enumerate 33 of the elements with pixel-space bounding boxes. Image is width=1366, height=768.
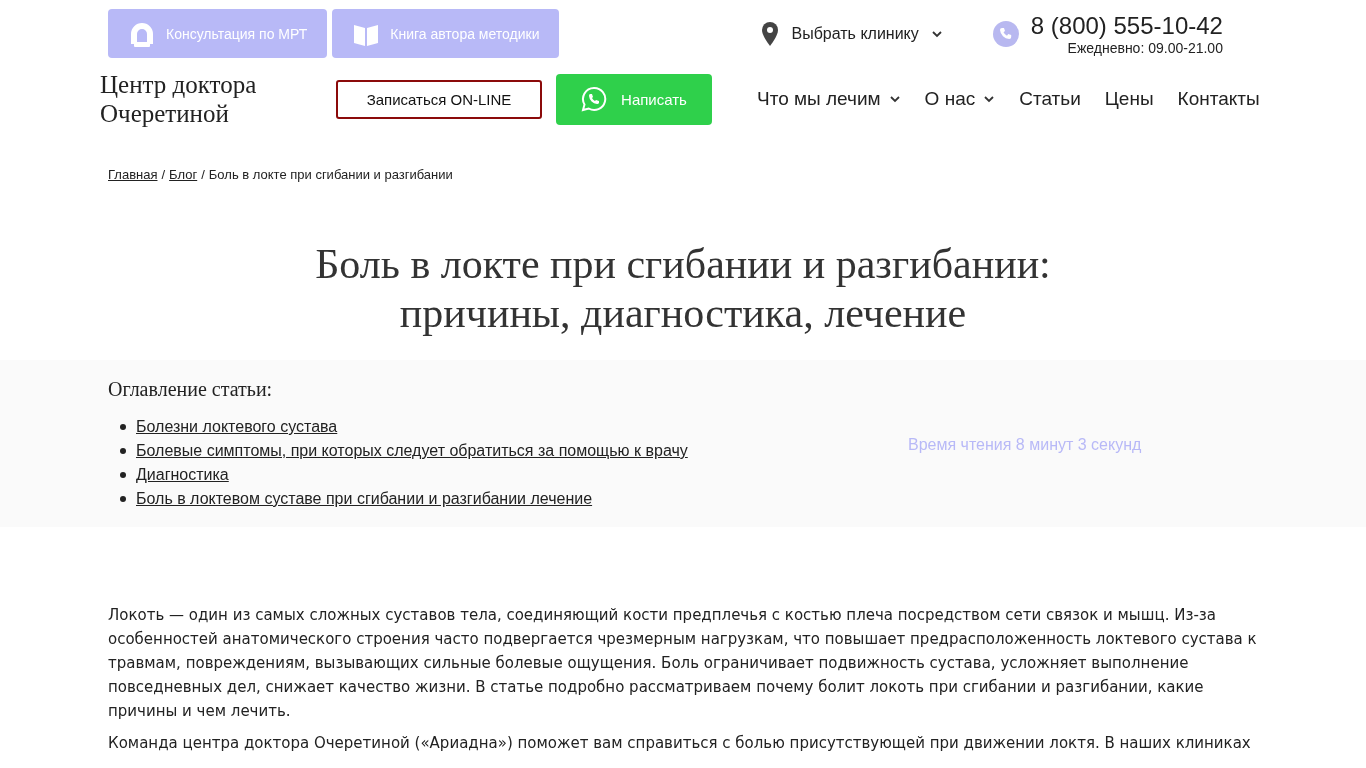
breadcrumb-current: Боль в локте при сгибании и разгибании <box>208 167 453 182</box>
toc-link[interactable]: Боль в локтевом суставе при сгибании и разгибании лечение <box>136 490 593 508</box>
bullet-icon <box>120 424 126 430</box>
bullet-icon <box>120 472 126 478</box>
page-title: Боль в локте при сгибании и разгибании: причины, диагностика, лечение <box>314 240 1052 338</box>
nav-link[interactable]: О нас <box>924 88 996 110</box>
breadcrumb-separator: / <box>161 167 166 182</box>
bullet-icon <box>120 496 126 502</box>
breadcrumb-separator: / <box>201 167 205 182</box>
nav-link[interactable]: Статьи <box>1019 88 1081 110</box>
toc-link[interactable]: Болезни локтевого сустава <box>136 418 338 436</box>
toc-heading: Оглавление статьи: <box>108 378 274 401</box>
article-paragraph: Команда центра доктора Очеретиной («Ариадна») поможет вам справиться с болью присутствующей при движении локтя. В наших клиниках <box>108 733 1252 754</box>
signup-online-button[interactable]: Записаться ON-LINE <box>336 79 542 119</box>
whatsapp-icon <box>581 86 608 112</box>
bullet-icon <box>120 448 126 454</box>
chevron-down-icon <box>888 93 901 105</box>
toc-link[interactable]: Диагностика <box>136 466 229 484</box>
location-pin-icon <box>761 20 780 47</box>
nav-link[interactable]: Что мы лечим <box>757 88 901 110</box>
article-paragraph: Локоть — один из самых сложных суставов тела, соединяющий кости предплечья с костью плеча посредством сети связок и мышц. Из-за особенностей анатомического строения часто подвергается чрезмерным нагрузкам, что повышает предрасположенность локтевого сустава к травмам, повреждениям, вызывающих сильные болевые ощущения. Боль ограничивает подвижность сустава, усложняет выполнение повседневных дел, снижает качество жизни. В статье подробно рассматриваем почему болит локоть при сгибании и разгибании, какие причины и чем лечить. <box>108 605 1258 722</box>
nav-link[interactable]: Цены <box>1104 88 1154 110</box>
nav-link[interactable]: Контакты <box>1177 88 1260 110</box>
phone-icon <box>992 20 1019 47</box>
chevron-down-icon <box>983 93 996 105</box>
site-logo[interactable]: Центр доктора Очеретиной <box>100 70 336 128</box>
working-hours: Ежедневно: 09.00-21.00 <box>1067 39 1223 56</box>
reading-time: Время чтения 8 минут 3 секунд <box>908 435 1142 454</box>
breadcrumb-link[interactable]: Блог <box>169 167 198 182</box>
phone-number[interactable]: 8 (800) 555-10-42 <box>1030 11 1223 40</box>
clinic-select[interactable]: Выбрать клинику <box>761 20 943 47</box>
breadcrumb-link[interactable]: Главная <box>108 167 158 182</box>
toc-link[interactable]: Болевые симптомы, при которых следует обратиться за помощью к врачу <box>136 442 688 460</box>
